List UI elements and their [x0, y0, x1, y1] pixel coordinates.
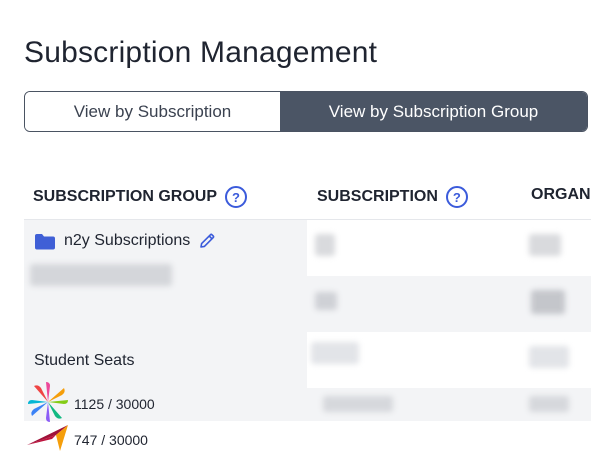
group-name: n2y Subscriptions	[64, 232, 191, 249]
pencil-edit-icon[interactable]	[198, 232, 216, 250]
section-label: Student Seats	[34, 352, 135, 369]
table-row[interactable]	[307, 220, 591, 276]
redacted-text	[531, 290, 565, 314]
redacted-text	[323, 396, 393, 412]
page-title: Subscription Management	[24, 36, 378, 69]
help-icon[interactable]: ?	[445, 186, 468, 208]
redacted-text	[311, 342, 359, 364]
seat-usage-value: 747 / 30000	[74, 431, 148, 448]
table-row[interactable]	[307, 388, 591, 421]
subscription-group-cell: n2y Subscriptions Student Seats 1125 / 3…	[24, 220, 307, 451]
table-row[interactable]	[307, 332, 591, 388]
redacted-text	[315, 292, 337, 310]
redacted-text	[30, 264, 172, 286]
column-header-label: SUBSCRIPTION	[317, 188, 438, 205]
folder-icon	[34, 233, 56, 250]
view-by-subscription-button[interactable]: View by Subscription	[25, 92, 280, 131]
red-arrow-logo-icon	[26, 423, 70, 456]
colorful-pinwheel-logo-icon	[26, 380, 70, 427]
redacted-text	[529, 396, 569, 412]
view-by-subscription-group-button[interactable]: View by Subscription Group	[280, 92, 587, 131]
view-toggle: View by Subscription View by Subscriptio…	[24, 91, 588, 132]
redacted-text	[315, 234, 335, 256]
redacted-text	[529, 346, 569, 368]
help-icon[interactable]: ?	[225, 186, 248, 208]
seat-usage-row: 1125 / 30000	[26, 380, 155, 427]
table-header: SUBSCRIPTION GROUP ? SUBSCRIPTION ? ORGA…	[24, 172, 591, 220]
subscription-table: SUBSCRIPTION GROUP ? SUBSCRIPTION ? ORGA…	[24, 172, 591, 451]
column-header-subscription-group[interactable]: SUBSCRIPTION GROUP ?	[33, 186, 248, 208]
redacted-text	[529, 234, 561, 256]
column-header-subscription[interactable]: SUBSCRIPTION ?	[317, 186, 468, 208]
column-header-label: ORGAN	[531, 186, 591, 203]
seat-usage-value: 1125 / 30000	[74, 395, 155, 412]
column-header-label: SUBSCRIPTION GROUP	[33, 188, 218, 205]
group-name-row[interactable]: n2y Subscriptions	[34, 232, 216, 250]
seat-usage-row: 747 / 30000	[26, 423, 148, 456]
column-header-organization[interactable]: ORGAN	[531, 186, 591, 204]
table-row[interactable]	[307, 276, 591, 332]
